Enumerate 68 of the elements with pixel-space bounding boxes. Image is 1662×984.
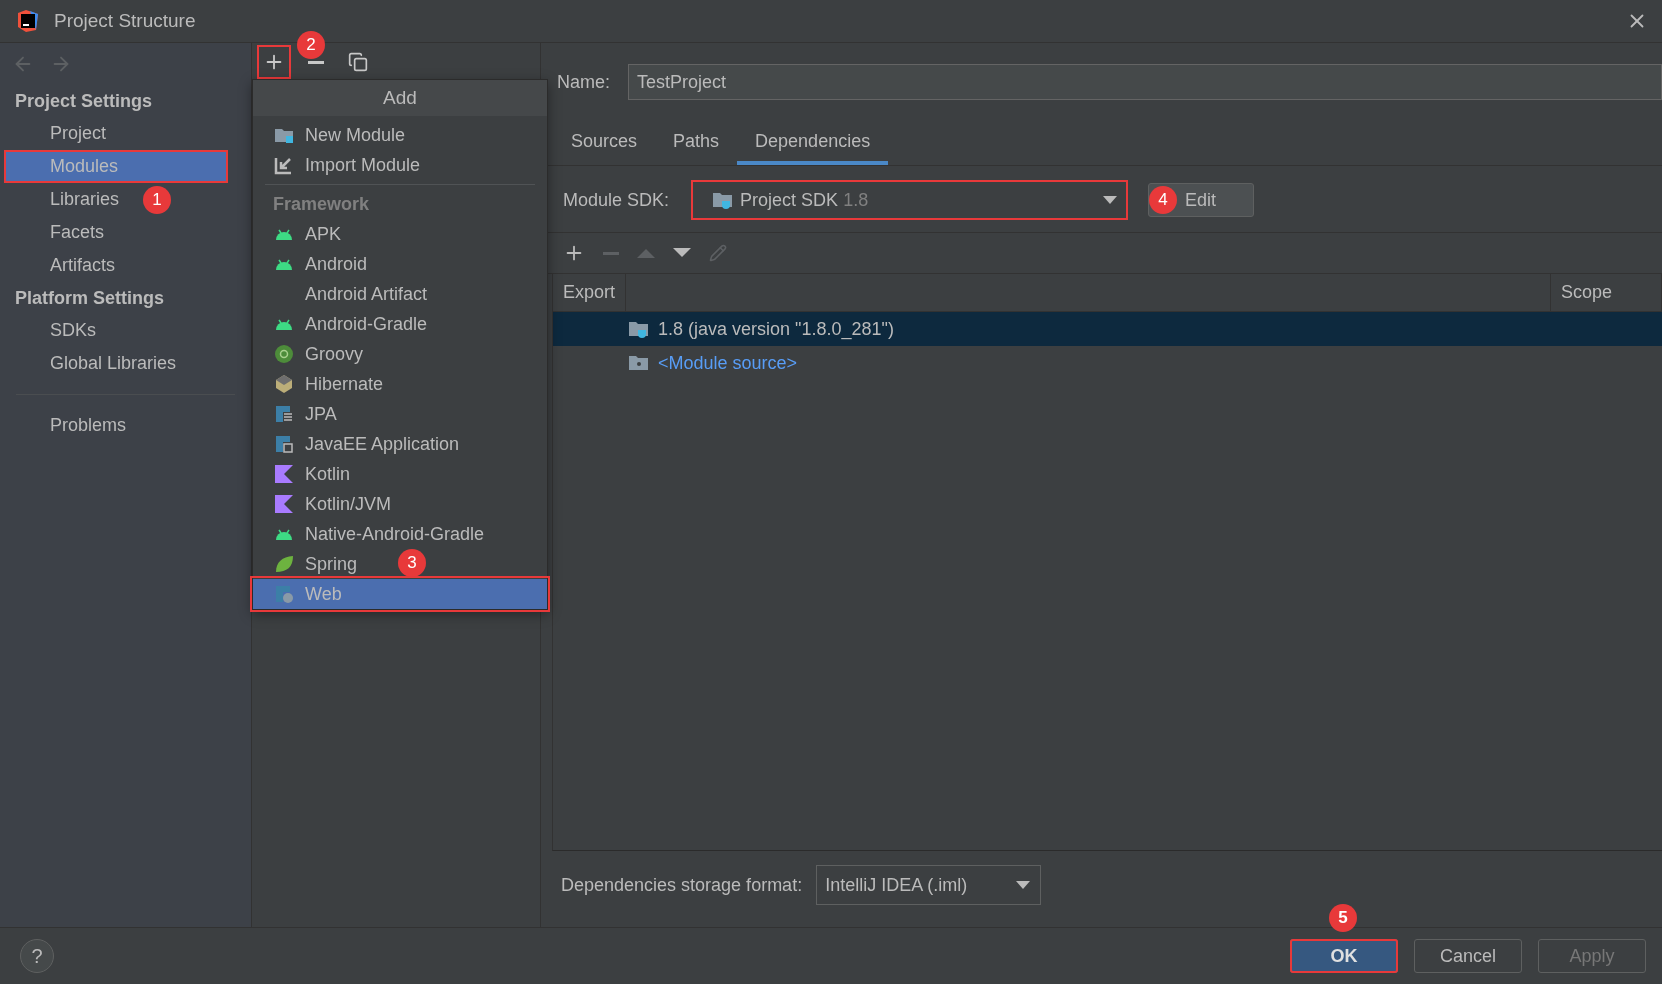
menu-item[interactable]: Spring — [253, 549, 366, 579]
menu-item[interactable]: Kotlin — [253, 459, 359, 489]
menu-item[interactable]: Groovy — [253, 339, 372, 369]
remove-icon — [308, 60, 324, 64]
module-sdk-label: Module SDK: — [563, 189, 670, 211]
tab[interactable]: Sources — [553, 123, 656, 165]
sdk-folder-icon — [628, 319, 650, 339]
menu-group-label: Framework — [272, 192, 371, 216]
name-label: Name: — [557, 71, 610, 93]
menu-item[interactable]: Android Artifact — [253, 279, 436, 309]
menu-item[interactable]: Android-Gradle — [253, 309, 436, 339]
kotlin-icon — [274, 464, 294, 484]
dialog-button[interactable]: Cancel — [1414, 939, 1522, 973]
copy-icon — [348, 52, 368, 72]
step-number-badge: 5 — [1329, 904, 1357, 932]
sidebar-item[interactable]: Project — [0, 117, 251, 150]
folder-icon — [628, 353, 650, 373]
remove-icon — [603, 251, 619, 255]
name-field[interactable]: TestProject — [628, 64, 1662, 100]
menu-item[interactable]: APK — [253, 219, 350, 249]
sdk-folder-icon — [712, 190, 735, 210]
sidebar-item[interactable]: Problems — [0, 409, 251, 442]
move-down-icon — [673, 248, 691, 258]
sidebar-item[interactable]: Global Libraries — [0, 347, 251, 380]
web-module-icon — [274, 584, 294, 604]
menu-item[interactable]: Android — [253, 249, 376, 279]
menu-item[interactable]: Hibernate — [253, 369, 392, 399]
dropdown-caret-icon — [1016, 881, 1031, 889]
section-heading: Platform Settings — [14, 286, 166, 310]
tab[interactable]: Dependencies — [737, 123, 889, 165]
sidebar-item[interactable]: SDKs — [0, 314, 251, 347]
sidebar-item[interactable]: Libraries 1 — [0, 183, 251, 216]
move-up-icon — [637, 248, 655, 258]
menu-item[interactable]: Native-Android-Gradle — [253, 519, 493, 549]
sdk-dropdown[interactable]: Project SDK 1.8 — [691, 180, 1129, 220]
menu-item[interactable]: Import Module — [253, 150, 429, 180]
import-icon — [274, 155, 294, 175]
kotlin-icon — [274, 494, 294, 514]
app-logo-icon — [16, 9, 40, 33]
dependency-row[interactable]: 1.8 (java version "1.8.0_281") — [553, 312, 1662, 346]
edit-button[interactable]: 4 Edit — [1148, 183, 1255, 217]
step-number-badge: 2 — [297, 31, 325, 59]
jpa-icon — [274, 404, 294, 424]
edit-icon — [709, 244, 727, 262]
groovy-icon — [274, 344, 294, 364]
step-number-badge: 3 — [398, 549, 426, 577]
step-number-badge: 4 — [1149, 186, 1178, 214]
step-number-badge: 1 — [143, 185, 172, 214]
section-heading: Project Settings — [14, 89, 154, 113]
menu-item[interactable]: JPA — [253, 399, 345, 429]
sidebar-item[interactable]: Facets — [0, 216, 251, 249]
storage-format-label: Dependencies storage format: — [561, 874, 803, 896]
dropdown-caret-icon — [1103, 196, 1118, 204]
menu-item[interactable]: JavaEE Application — [253, 429, 468, 459]
storage-format-dropdown[interactable]: IntelliJ IDEA (.iml) — [816, 865, 1042, 905]
javaee-icon — [274, 434, 294, 454]
menu-item[interactable]: New Module — [253, 120, 414, 150]
menu-item[interactable]: Kotlin/JVM — [253, 489, 400, 519]
column-header: Export — [553, 274, 627, 311]
dependency-row[interactable]: <Module source> — [553, 346, 1662, 380]
help-button[interactable]: ? — [20, 939, 54, 973]
window-title: Project Structure — [54, 10, 197, 32]
tab[interactable]: Paths — [655, 123, 738, 165]
hibernate-icon — [274, 374, 294, 394]
menu-title: Add — [253, 80, 547, 116]
sidebar-item[interactable]: Artifacts — [0, 249, 251, 282]
column-header: Scope — [1551, 274, 1662, 311]
spring-icon — [274, 554, 294, 574]
